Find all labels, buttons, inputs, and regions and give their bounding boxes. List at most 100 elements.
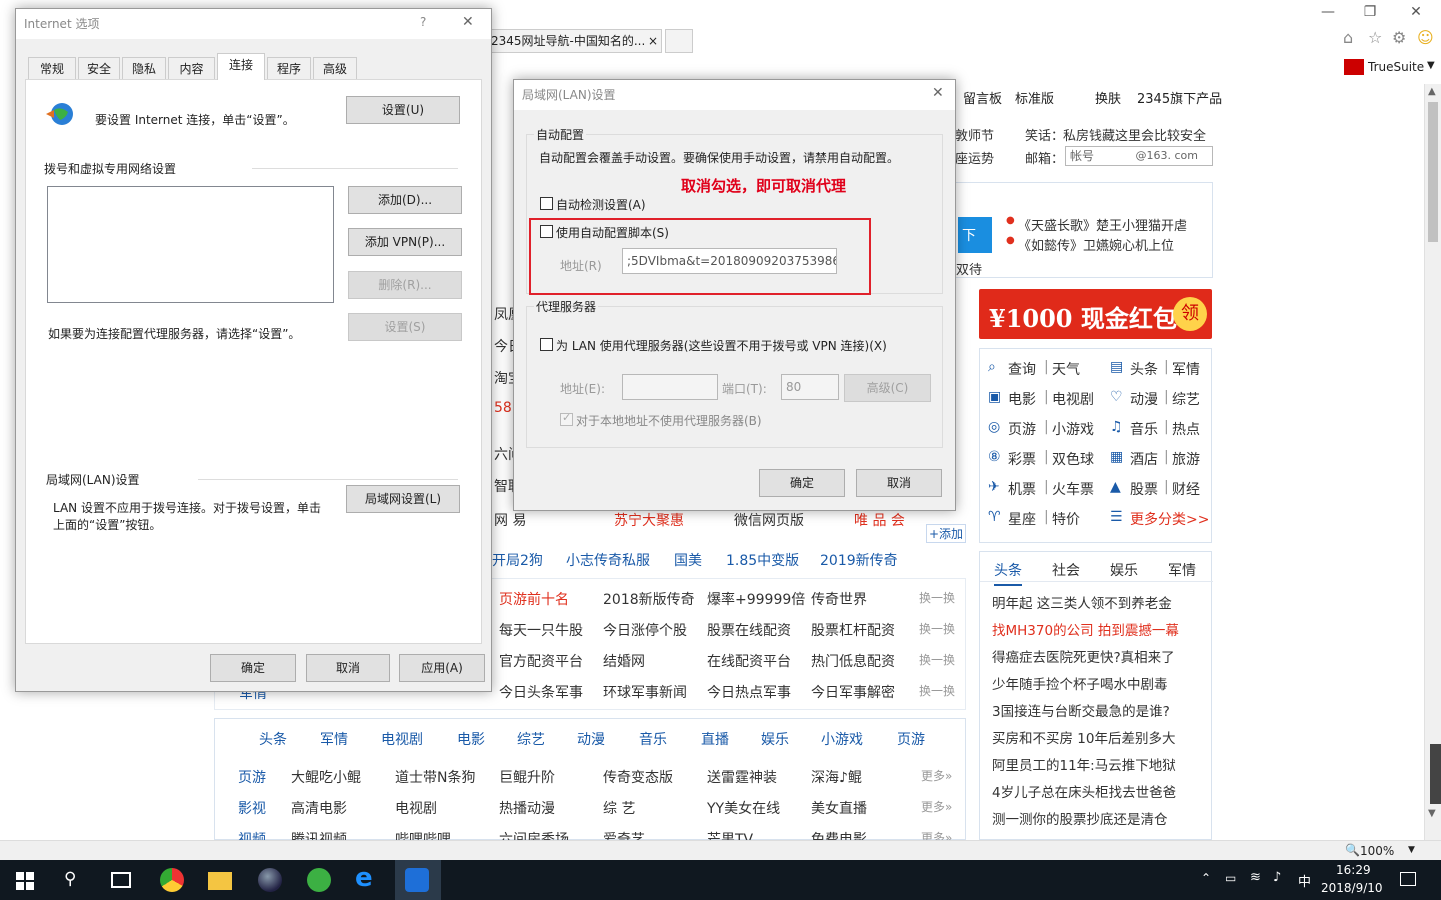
use-script-checkbox[interactable] <box>540 225 553 238</box>
category-link[interactable]: 热播动漫 <box>499 798 555 818</box>
site-link[interactable]: 唯 品 会 <box>854 510 905 530</box>
service-link[interactable]: 综艺 <box>1172 389 1200 409</box>
hot-link[interactable]: 传奇世界 <box>811 589 867 609</box>
category-label[interactable]: 页游 <box>238 767 266 787</box>
site-link[interactable]: 微信网页版 <box>734 510 804 530</box>
wifi-icon[interactable]: ≋ <box>1250 870 1261 885</box>
auto-detect-checkbox[interactable] <box>540 197 553 210</box>
news-list-item[interactable]: 4岁儿子总在床头柜找去世爸爸 <box>992 781 1176 801</box>
hot-link[interactable]: 页游前十名 <box>499 589 569 609</box>
news-list-item[interactable]: 得癌症去医院死更快?真相来了 <box>992 646 1175 666</box>
more-link[interactable]: 更多» <box>921 798 952 815</box>
refresh-link[interactable]: 换一换 <box>919 620 955 637</box>
service-link[interactable]: 电影 <box>1008 389 1036 409</box>
scroll-up-icon[interactable]: ▲ <box>1428 86 1436 97</box>
news-list-item[interactable]: 找MH370的公司 拍到震撼一幕 <box>992 619 1179 639</box>
news-list-item[interactable]: 测一测你的股票抄底还是清仓 <box>992 808 1168 828</box>
service-link[interactable]: 特价 <box>1052 509 1080 529</box>
service-link[interactable]: 机票 <box>1008 479 1036 499</box>
service-link[interactable]: 酒店 <box>1130 449 1158 469</box>
scroll-thumb[interactable] <box>1428 102 1438 242</box>
apply-button[interactable]: 应用(A) <box>399 654 485 682</box>
use-script-label[interactable]: 使用自动配置脚本(S) <box>556 224 669 241</box>
ok-button[interactable]: 确定 <box>210 654 296 682</box>
category-link[interactable]: 深海♪鲲 <box>811 767 862 787</box>
clock-time[interactable]: 16:29 <box>1336 863 1371 877</box>
hot-link[interactable]: 官方配资平台 <box>499 651 583 671</box>
game-link[interactable]: 1.85中变版 <box>726 550 799 570</box>
category-link[interactable]: 道士带N条狗 <box>395 767 475 787</box>
refresh-link[interactable]: 换一换 <box>919 682 955 699</box>
battery-icon[interactable]: ▭ <box>1225 871 1236 885</box>
category-link[interactable]: YY美女在线 <box>707 798 780 818</box>
service-link[interactable]: 火车票 <box>1052 479 1094 499</box>
bookmark-guestbook[interactable]: 留言板 <box>963 88 1002 107</box>
hot-link[interactable]: 今日涨停个股 <box>603 620 687 640</box>
clock-date[interactable]: 2018/9/10 <box>1321 881 1383 895</box>
auto-detect-label[interactable]: 自动检测设置(A) <box>556 196 646 213</box>
service-link[interactable]: 电视剧 <box>1052 389 1094 409</box>
category-tab[interactable]: 音乐 <box>639 729 667 749</box>
bookmark-standard[interactable]: 标准版 <box>1015 88 1054 107</box>
category-tab[interactable]: 小游戏 <box>821 729 863 749</box>
blue-button-fragment[interactable]: 下 <box>958 217 992 253</box>
game-link[interactable]: 小志传奇私服 <box>566 550 650 570</box>
restore-icon[interactable]: ❐ <box>1358 4 1382 20</box>
service-link[interactable]: 头条 <box>1130 359 1158 379</box>
bypass-local-checkbox[interactable]: ✓ <box>560 411 573 426</box>
service-link[interactable]: 旅游 <box>1172 449 1200 469</box>
add-site-button[interactable]: +添加 <box>926 524 967 543</box>
service-link[interactable]: 更多分类>> <box>1130 509 1209 529</box>
hot-link[interactable]: 结婚网 <box>603 651 645 671</box>
volume-icon[interactable]: ♪ <box>1273 870 1281 885</box>
hot-link[interactable]: 今日军事解密 <box>811 682 895 702</box>
service-link[interactable]: 星座 <box>1008 509 1036 529</box>
new-tab-button[interactable] <box>665 29 693 53</box>
site-link[interactable]: 58 <box>494 400 512 416</box>
chrome-icon[interactable] <box>160 868 184 892</box>
tab-content[interactable]: 内容 <box>168 57 215 79</box>
service-link[interactable]: 音乐 <box>1130 419 1158 439</box>
category-link[interactable]: 巨鲲升阶 <box>499 767 555 787</box>
news-link[interactable]: 《天盛长歌》楚王小狸猫开虐 <box>1018 215 1187 234</box>
category-tab[interactable]: 头条 <box>259 729 287 749</box>
service-link[interactable]: 股票 <box>1130 479 1158 499</box>
cancel-button[interactable]: 取消 <box>856 469 942 497</box>
game-link[interactable]: 2019新传奇 <box>820 550 898 570</box>
service-link[interactable]: 查询 <box>1008 359 1036 379</box>
category-tab[interactable]: 页游 <box>897 729 925 749</box>
category-tab[interactable]: 动漫 <box>577 729 605 749</box>
category-tab[interactable]: 娱乐 <box>761 729 789 749</box>
category-tab[interactable]: 电视剧 <box>381 729 423 749</box>
category-link[interactable]: 美女直播 <box>811 798 867 818</box>
hot-link[interactable]: 在线配资平台 <box>707 651 791 671</box>
ie-icon[interactable]: e <box>355 863 373 893</box>
tab-advanced[interactable]: 高级 <box>313 57 357 79</box>
joke-link[interactable]: 私房钱藏这里会比较安全 <box>1063 125 1206 144</box>
tab-close-icon[interactable]: × <box>648 30 658 52</box>
use-proxy-checkbox[interactable] <box>540 338 553 351</box>
news-list-item[interactable]: 少年随手捡个杯子喝水中剧毒 <box>992 673 1168 693</box>
category-link[interactable]: 送雷霆神装 <box>707 767 777 787</box>
close-icon[interactable]: ✕ <box>932 85 944 101</box>
service-link[interactable]: 页游 <box>1008 419 1036 439</box>
service-link[interactable]: 动漫 <box>1130 389 1158 409</box>
tab-military[interactable]: 军情 <box>1168 560 1196 580</box>
zoom-level[interactable]: 100% <box>1360 844 1394 858</box>
hot-link[interactable]: 热门低息配资 <box>811 651 895 671</box>
category-label[interactable]: 影视 <box>238 798 266 818</box>
mail-domain-select[interactable]: @163. com <box>1136 147 1198 165</box>
hot-link[interactable]: 2018新版传奇 <box>603 589 695 609</box>
category-link[interactable]: 大鲲吃小鲲 <box>291 767 361 787</box>
remove-button[interactable]: 删除(R)... <box>348 271 462 299</box>
news-list-item[interactable]: 明年起 这三类人领不到养老金 <box>992 592 1172 612</box>
settings-button[interactable]: 设置(S) <box>348 313 462 341</box>
proxy-address-input[interactable] <box>622 374 718 400</box>
tab-headline[interactable]: 头条 <box>994 560 1022 586</box>
bookmark-products[interactable]: 2345旗下产品 <box>1137 88 1222 107</box>
category-tab[interactable]: 直播 <box>701 729 729 749</box>
lan-settings-button[interactable]: 局域网设置(L) <box>346 485 460 513</box>
script-address-input[interactable]: ;5DVIbma&t=201809092037539863 <box>622 248 837 274</box>
hot-link[interactable]: 爆率+99999倍 <box>707 589 805 609</box>
service-link[interactable]: 双色球 <box>1052 449 1094 469</box>
